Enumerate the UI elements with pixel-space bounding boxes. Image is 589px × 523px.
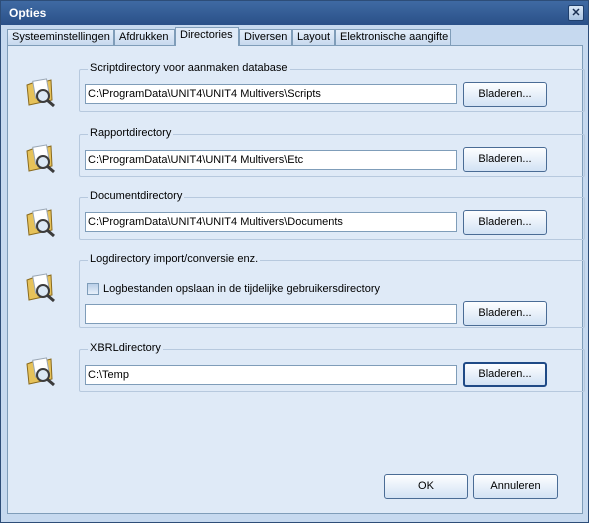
log-temp-checkbox-row[interactable]: Logbestanden opslaan in de tijdelijke ge… <box>87 283 380 297</box>
tab-directories[interactable]: Directories <box>175 27 239 46</box>
scripts-path-field[interactable]: C:\ProgramData\UNIT4\UNIT4 Multivers\Scr… <box>85 84 457 104</box>
xbrl-path-field[interactable]: C:\Temp <box>85 365 457 385</box>
document-directory-group: Documentdirectory C:\ProgramData\UNIT4\U… <box>79 190 585 240</box>
document-path-field[interactable]: C:\ProgramData\UNIT4\UNIT4 Multivers\Doc… <box>85 212 457 232</box>
close-icon[interactable]: ✕ <box>568 5 584 21</box>
group-label: XBRLdirectory <box>88 342 163 354</box>
report-browse-button[interactable]: Bladeren... <box>463 147 547 172</box>
xbrl-browse-button[interactable]: Bladeren... <box>463 362 547 387</box>
log-temp-checkbox-label: Logbestanden opslaan in de tijdelijke ge… <box>103 283 381 295</box>
folder-search-icon <box>26 208 55 238</box>
report-directory-group: Rapportdirectory C:\ProgramData\UNIT4\UN… <box>79 127 585 177</box>
group-label: Scriptdirectory voor aanmaken database <box>88 62 290 74</box>
log-temp-checkbox[interactable] <box>87 283 99 296</box>
scripts-directory-group: Scriptdirectory voor aanmaken database C… <box>79 62 585 112</box>
directories-panel: Scriptdirectory voor aanmaken database C… <box>7 45 585 514</box>
xbrl-directory-group: XBRLdirectory C:\Temp Bladeren... <box>79 342 585 392</box>
scripts-browse-button[interactable]: Bladeren... <box>463 82 547 107</box>
tab-elektronische-aangifte[interactable]: Elektronische aangifte <box>335 29 451 45</box>
cancel-button[interactable]: Annuleren <box>473 474 558 499</box>
log-directory-group: Logdirectory import/conversie enz. Logbe… <box>79 253 585 328</box>
document-browse-button[interactable]: Bladeren... <box>463 210 547 235</box>
log-browse-button[interactable]: Bladeren... <box>463 301 547 326</box>
folder-search-icon <box>26 273 55 303</box>
group-label: Rapportdirectory <box>88 127 174 139</box>
tab-layout[interactable]: Layout <box>292 29 335 45</box>
tab-systeeminstellingen[interactable]: Systeeminstellingen <box>7 29 114 45</box>
ok-button[interactable]: OK <box>384 474 468 499</box>
folder-search-icon <box>26 144 55 174</box>
folder-search-icon <box>26 78 55 108</box>
log-path-field[interactable] <box>85 304 457 324</box>
tab-diversen[interactable]: Diversen <box>239 29 292 45</box>
report-path-field[interactable]: C:\ProgramData\UNIT4\UNIT4 Multivers\Etc <box>85 150 457 170</box>
group-label: Documentdirectory <box>88 190 185 202</box>
title-bar[interactable]: Opties ✕ <box>1 1 588 25</box>
options-dialog: Opties ✕ Systeeminstellingen Afdrukken D… <box>0 0 589 523</box>
tab-afdrukken[interactable]: Afdrukken <box>114 29 175 45</box>
window-title: Opties <box>9 6 47 20</box>
group-label: Logdirectory import/conversie enz. <box>88 253 261 265</box>
folder-search-icon <box>26 357 55 387</box>
